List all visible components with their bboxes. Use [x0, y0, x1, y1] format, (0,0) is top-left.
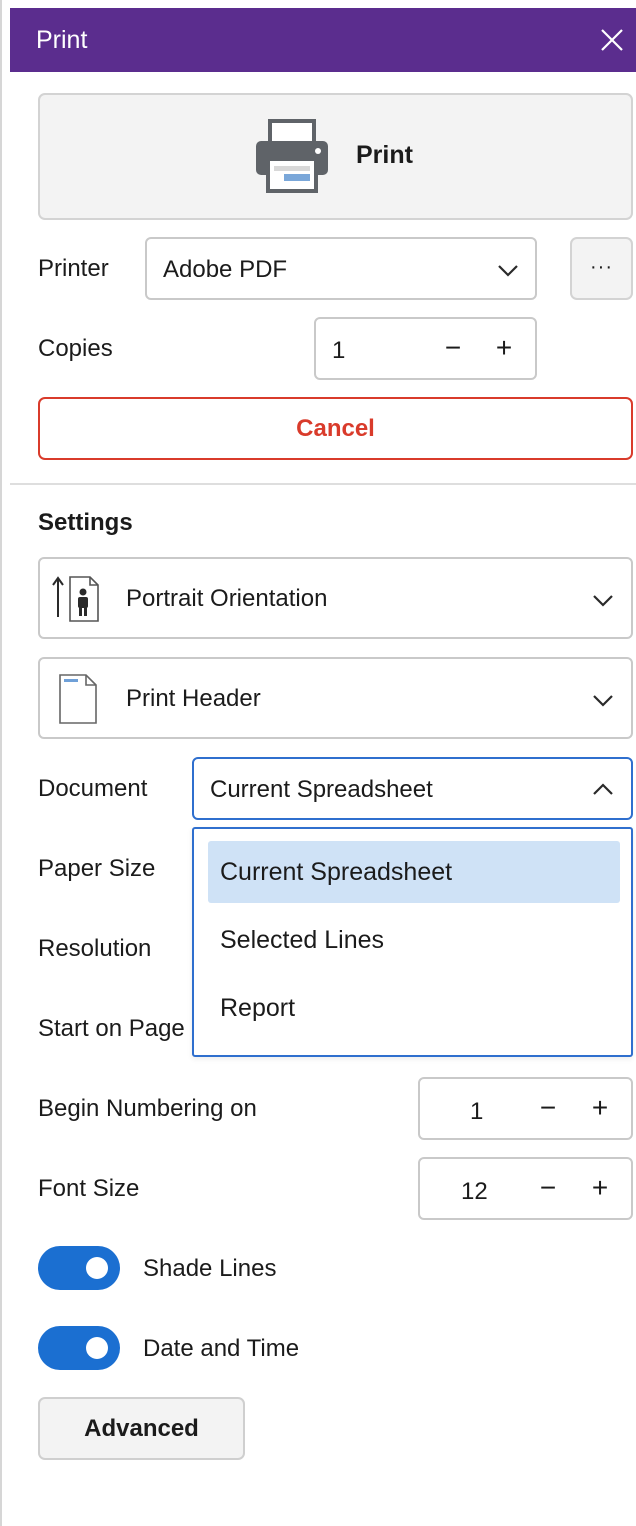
- copies-stepper[interactable]: 1 − +: [314, 317, 537, 380]
- cancel-button-label: Cancel: [296, 415, 375, 442]
- dropdown-option-label: Current Spreadsheet: [220, 858, 453, 886]
- page-header-icon: [59, 674, 97, 724]
- dropdown-option-report[interactable]: Report: [208, 977, 620, 1039]
- document-dropdown-list: Current Spreadsheet Selected Lines Repor…: [192, 827, 633, 1057]
- settings-heading: Settings: [38, 509, 133, 536]
- more-icon: ···: [590, 256, 613, 278]
- printer-label: Printer: [38, 255, 109, 282]
- orientation-select[interactable]: Portrait Orientation: [38, 557, 633, 639]
- title-bar: Print: [10, 8, 636, 72]
- cancel-button[interactable]: Cancel: [38, 397, 633, 460]
- font-size-increment-button[interactable]: +: [585, 1174, 615, 1204]
- begin-numbering-value: 1: [470, 1098, 484, 1125]
- shade-lines-toggle[interactable]: [38, 1246, 120, 1290]
- date-time-label: Date and Time: [143, 1335, 300, 1362]
- toggle-knob: [86, 1337, 108, 1359]
- font-size-value: 12: [461, 1178, 488, 1205]
- toggle-knob: [86, 1257, 108, 1279]
- dropdown-option-selected-lines[interactable]: Selected Lines: [208, 909, 620, 971]
- start-on-page-label: Start on Page: [38, 1015, 185, 1042]
- date-time-toggle[interactable]: [38, 1326, 120, 1370]
- orientation-select-value: Portrait Orientation: [126, 585, 328, 612]
- close-icon[interactable]: [594, 22, 630, 58]
- dropdown-option-current-spreadsheet[interactable]: Current Spreadsheet: [208, 841, 620, 903]
- document-label: Document: [38, 775, 148, 802]
- copies-decrement-button[interactable]: −: [438, 334, 468, 364]
- panel-title: Print: [36, 26, 88, 54]
- copies-increment-button[interactable]: +: [489, 334, 519, 364]
- portrait-orientation-icon: [52, 576, 99, 622]
- shade-lines-label: Shade Lines: [143, 1255, 277, 1282]
- begin-numbering-stepper[interactable]: 1 − +: [418, 1077, 633, 1140]
- printer-icon: [254, 119, 330, 193]
- print-header-select[interactable]: Print Header: [38, 657, 633, 739]
- printer-select-value: Adobe PDF: [163, 256, 288, 283]
- font-size-label: Font Size: [38, 1175, 140, 1202]
- font-size-decrement-button[interactable]: −: [533, 1174, 563, 1204]
- print-header-select-value: Print Header: [126, 685, 261, 712]
- copies-label: Copies: [38, 335, 113, 362]
- advanced-button-label: Advanced: [84, 1415, 199, 1442]
- chevron-down-icon: [593, 695, 613, 707]
- begin-numbering-increment-button[interactable]: +: [585, 1094, 615, 1124]
- print-panel: Print Print Printer Adobe PDF ··· Copies…: [0, 0, 636, 1526]
- copies-value: 1: [332, 337, 346, 364]
- chevron-up-icon: [593, 783, 613, 795]
- printer-properties-button[interactable]: ···: [570, 237, 633, 300]
- printer-select[interactable]: Adobe PDF: [145, 237, 537, 300]
- begin-numbering-label: Begin Numbering on: [38, 1095, 257, 1122]
- chevron-down-icon: [593, 595, 613, 607]
- resolution-label: Resolution: [38, 935, 152, 962]
- divider: [10, 483, 636, 485]
- paper-size-label: Paper Size: [38, 855, 156, 882]
- print-button[interactable]: Print: [38, 93, 633, 220]
- document-select-value: Current Spreadsheet: [210, 776, 433, 803]
- dropdown-option-label: Report: [220, 994, 296, 1022]
- chevron-down-icon: [498, 265, 518, 277]
- dropdown-option-label: Selected Lines: [220, 926, 385, 954]
- document-select[interactable]: Current Spreadsheet: [192, 757, 633, 820]
- print-button-label: Print: [356, 141, 413, 169]
- begin-numbering-decrement-button[interactable]: −: [533, 1094, 563, 1124]
- font-size-stepper[interactable]: 12 − +: [418, 1157, 633, 1220]
- advanced-button[interactable]: Advanced: [38, 1397, 245, 1460]
